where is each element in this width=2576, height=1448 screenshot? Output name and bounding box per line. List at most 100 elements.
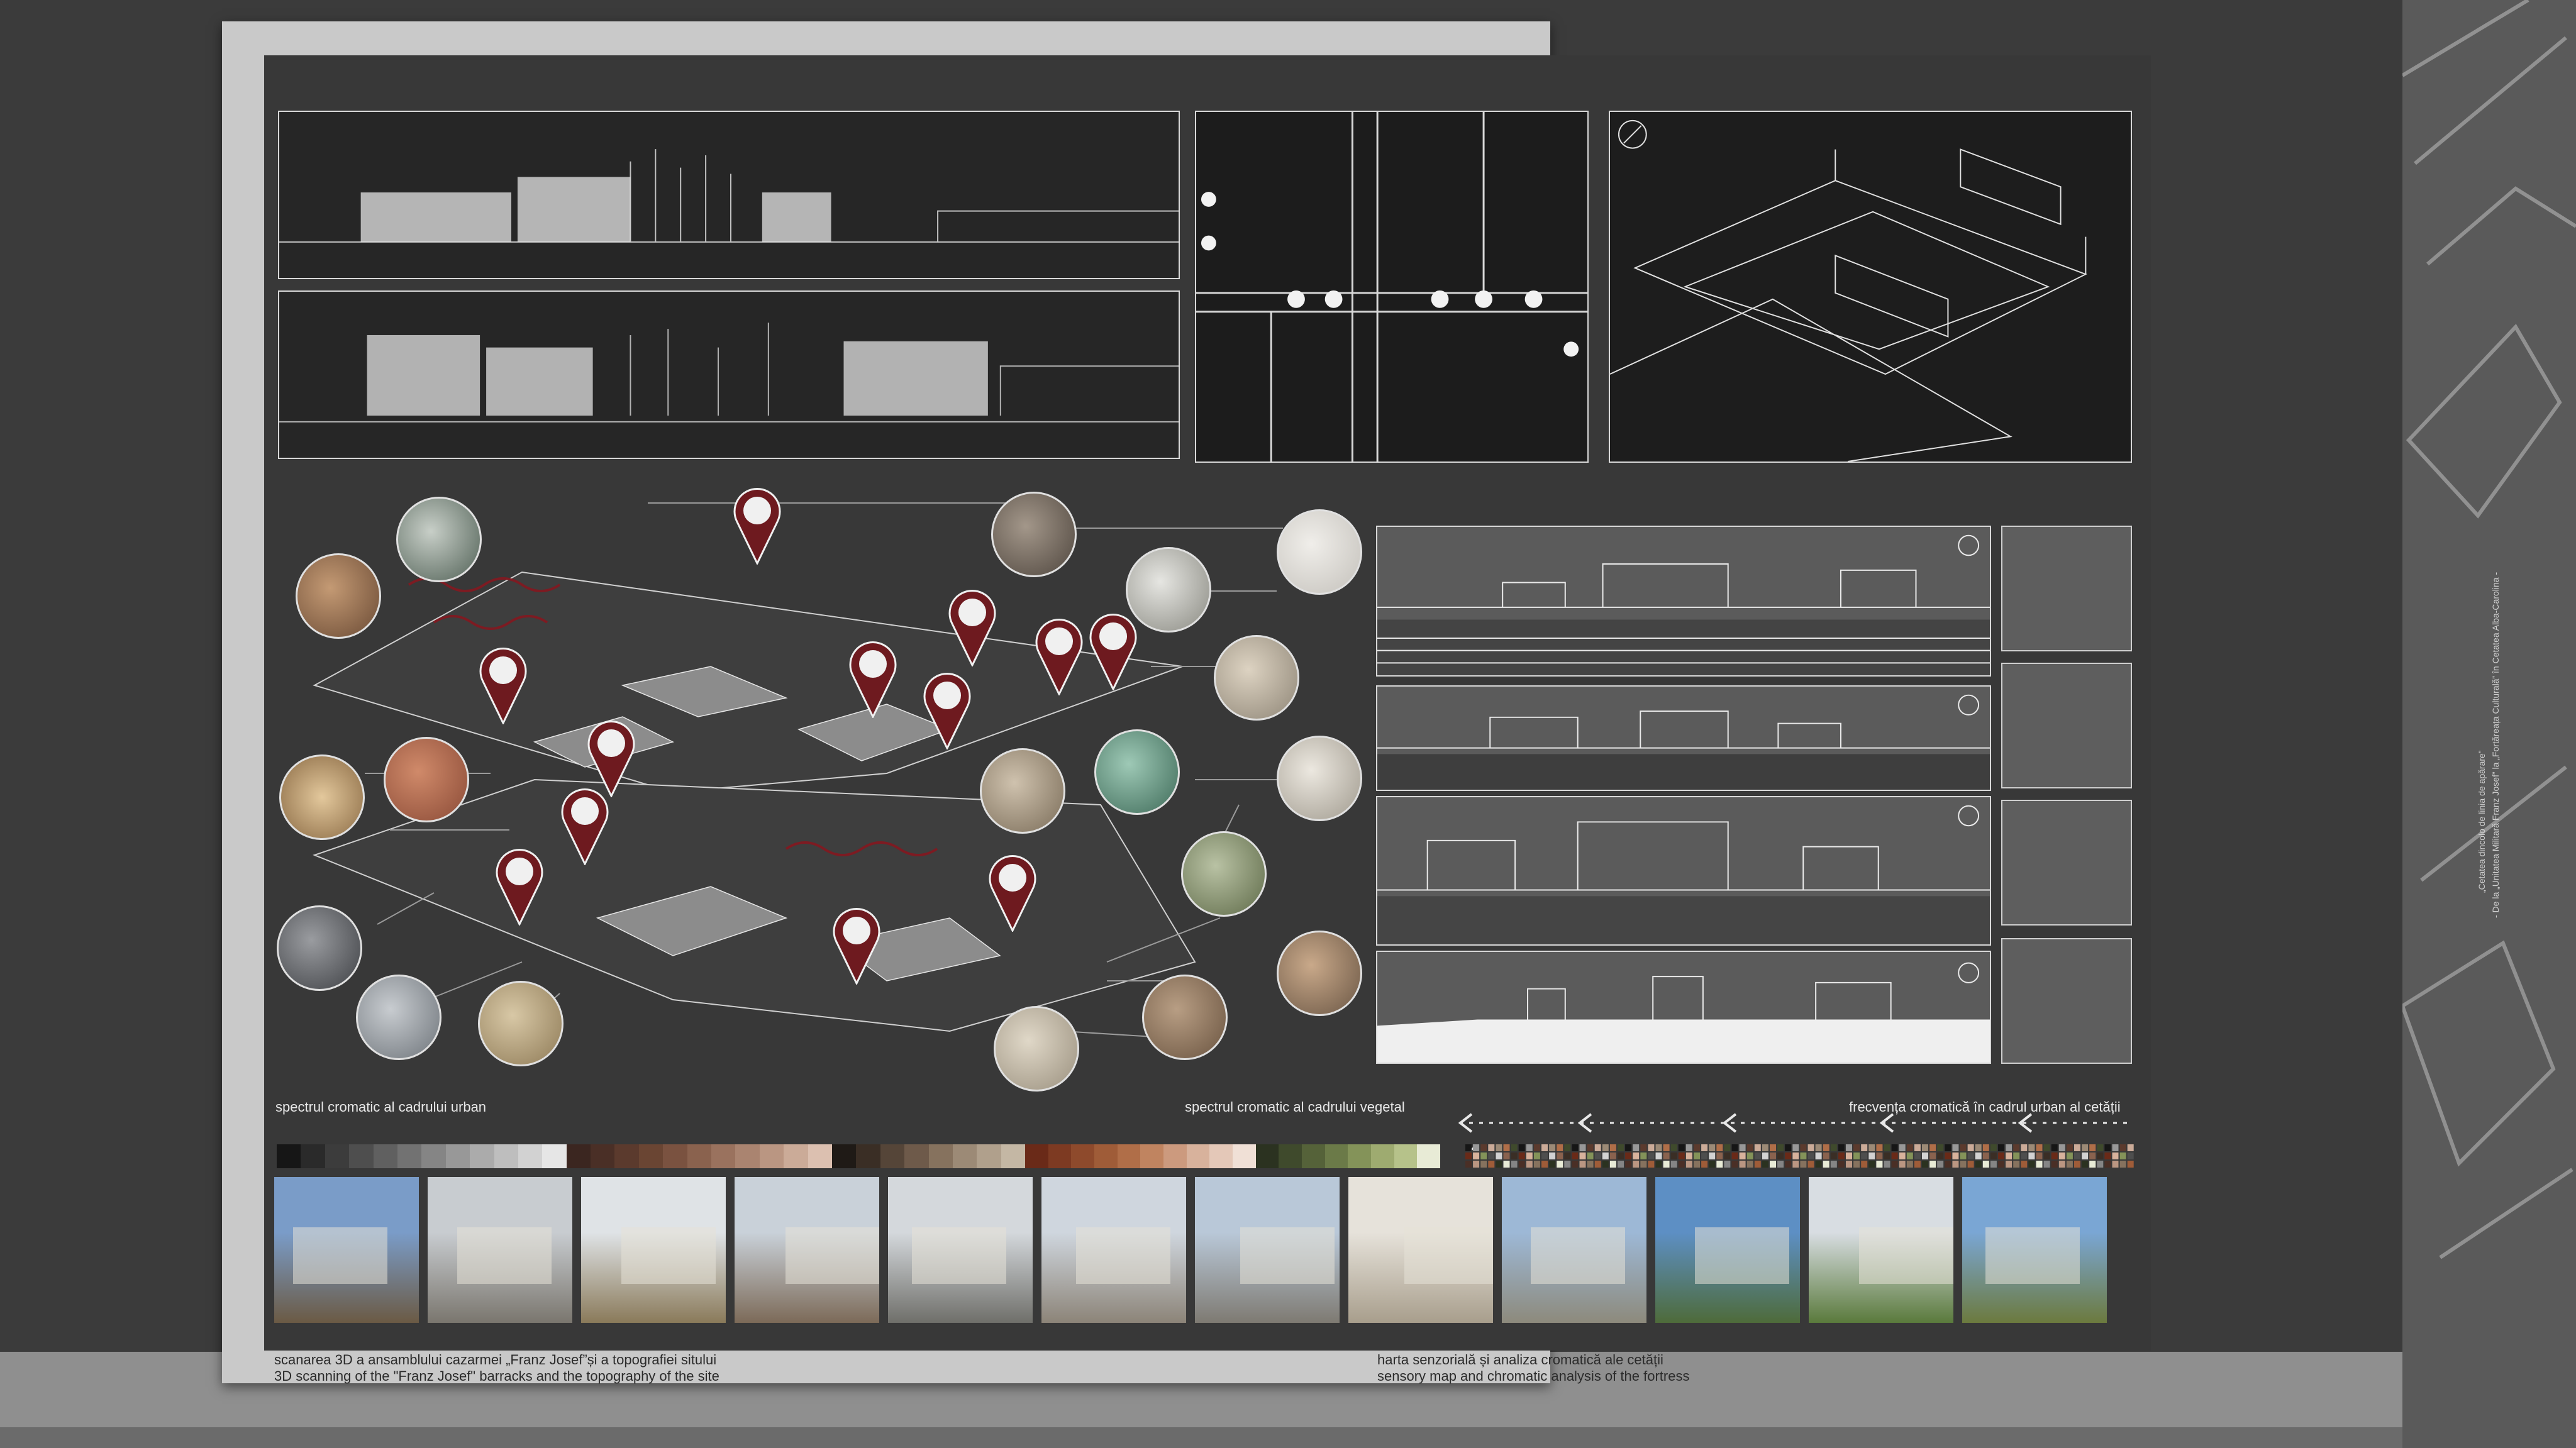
frequency-cell (1982, 1152, 1989, 1159)
frequency-cell (1770, 1161, 1776, 1168)
frequency-cell (1876, 1152, 1883, 1159)
vegetal-swatch-10 (1233, 1144, 1256, 1168)
frequency-cell (1830, 1152, 1837, 1159)
frequency-cell (1587, 1144, 1594, 1151)
frequency-cell (1625, 1161, 1632, 1168)
frequency-cell (2006, 1152, 2012, 1159)
frequency-cell (1557, 1161, 1563, 1168)
frequency-cell (1549, 1152, 1556, 1159)
frequency-cell (1633, 1144, 1640, 1151)
frequency-cell (1564, 1152, 1571, 1159)
frequency-cell (1579, 1144, 1586, 1151)
frequency-cell (1807, 1152, 1814, 1159)
frequency-cell (2013, 1161, 2020, 1168)
frequency-cell (1998, 1161, 2004, 1168)
site-photo-1 (274, 1177, 419, 1323)
vegetal-spectrum-label: spectrul cromatic al cadrului vegetal (1185, 1099, 1405, 1115)
frequency-cell (1465, 1152, 1472, 1159)
sound-pin-icon[interactable] (732, 483, 782, 565)
frequency-cell (1868, 1144, 1875, 1151)
texture-circle-brick (384, 737, 469, 822)
frequency-cell (1945, 1161, 1951, 1168)
urban-swatch-3 (325, 1144, 350, 1168)
frequency-cell (2119, 1152, 2126, 1159)
frequency-cell (2112, 1161, 2119, 1168)
frequency-cell (1922, 1161, 1928, 1168)
photo-building (1076, 1227, 1170, 1284)
frequency-cell (1770, 1144, 1776, 1151)
bird-pin-icon[interactable] (831, 903, 882, 985)
wind-pin-icon[interactable] (494, 844, 545, 926)
frequency-cell (1731, 1144, 1738, 1151)
flower-pin-icon[interactable] (987, 850, 1038, 932)
frequency-cell (1914, 1152, 1921, 1159)
frequency-cell (1579, 1152, 1586, 1159)
frequency-cell (1967, 1144, 1974, 1151)
frequency-cell (1777, 1152, 1784, 1159)
frequency-cell (1709, 1161, 1716, 1168)
frequency-cell (2119, 1144, 2126, 1151)
frequency-cell (2036, 1152, 2043, 1159)
frequency-cell (1655, 1144, 1662, 1151)
urban-swatch-13 (566, 1144, 591, 1168)
frequency-cell (1618, 1152, 1624, 1159)
coffee-pin-icon[interactable] (947, 585, 997, 666)
frequency-cell (1655, 1161, 1662, 1168)
frequency-cell (1625, 1144, 1632, 1151)
urban-swatch-19 (711, 1144, 736, 1168)
chromatic-frequency-strip (1465, 1144, 2134, 1168)
frequency-cell (1640, 1161, 1647, 1168)
photo-building (1240, 1227, 1335, 1284)
frequency-cell (1937, 1152, 1944, 1159)
people-pin-icon[interactable] (848, 636, 898, 718)
frequency-cell (1739, 1152, 1746, 1159)
frequency-cell (1853, 1152, 1860, 1159)
water-pin-icon[interactable] (478, 643, 528, 724)
frequency-cell (2066, 1152, 2073, 1159)
frequency-cell (1609, 1152, 1616, 1159)
frequency-cell (1746, 1152, 1753, 1159)
frequency-cell (1503, 1144, 1510, 1151)
candle-pin-icon[interactable] (1088, 609, 1138, 690)
frequency-cell (2089, 1161, 2096, 1168)
photo-building (621, 1227, 716, 1284)
urban-swatch-20 (735, 1144, 760, 1168)
texture-circle-wood (279, 754, 365, 840)
frequency-cell (1754, 1152, 1761, 1159)
frequency-cell (1945, 1152, 1951, 1159)
frequency-cell (1975, 1152, 1982, 1159)
frequency-cell (1496, 1144, 1502, 1151)
frequency-cell (1785, 1152, 1792, 1159)
frequency-cell (1754, 1161, 1761, 1168)
frequency-cell (1899, 1152, 1906, 1159)
frequency-cell (1922, 1152, 1928, 1159)
food-pin-icon[interactable] (1034, 614, 1084, 695)
frequency-cell (1754, 1144, 1761, 1151)
texture-circle-shutter (1277, 736, 1362, 821)
frequency-cell (1670, 1161, 1677, 1168)
frequency-cell (2097, 1144, 2104, 1151)
frequency-cell (1564, 1144, 1571, 1151)
frequency-cell (1731, 1161, 1738, 1168)
caption-right-english: sensory map and chromatic analysis of th… (1377, 1368, 1690, 1384)
frequency-cell (1648, 1144, 1655, 1151)
vegetal-swatch-9 (1209, 1144, 1233, 1168)
frequency-cell (1800, 1161, 1807, 1168)
urban-swatch-15 (614, 1144, 639, 1168)
urban-swatch-7 (421, 1144, 446, 1168)
frequency-cell (1602, 1161, 1609, 1168)
photo-building (1985, 1227, 2080, 1284)
frequency-cell (1678, 1161, 1685, 1168)
vegetal-swatch-12 (1279, 1144, 1302, 1168)
frequency-cell (1557, 1152, 1563, 1159)
music-pin-icon[interactable] (560, 783, 610, 865)
frequency-cell (1815, 1152, 1822, 1159)
urban-swatch-25 (856, 1144, 880, 1168)
urban-swatch-6 (397, 1144, 422, 1168)
bell-pin-icon[interactable] (922, 668, 972, 749)
frequency-cell (1533, 1144, 1540, 1151)
urban-swatch-27 (904, 1144, 929, 1168)
frequency-cell (1800, 1144, 1807, 1151)
vegetal-swatch-3 (1071, 1144, 1095, 1168)
frequency-cell (1998, 1144, 2004, 1151)
